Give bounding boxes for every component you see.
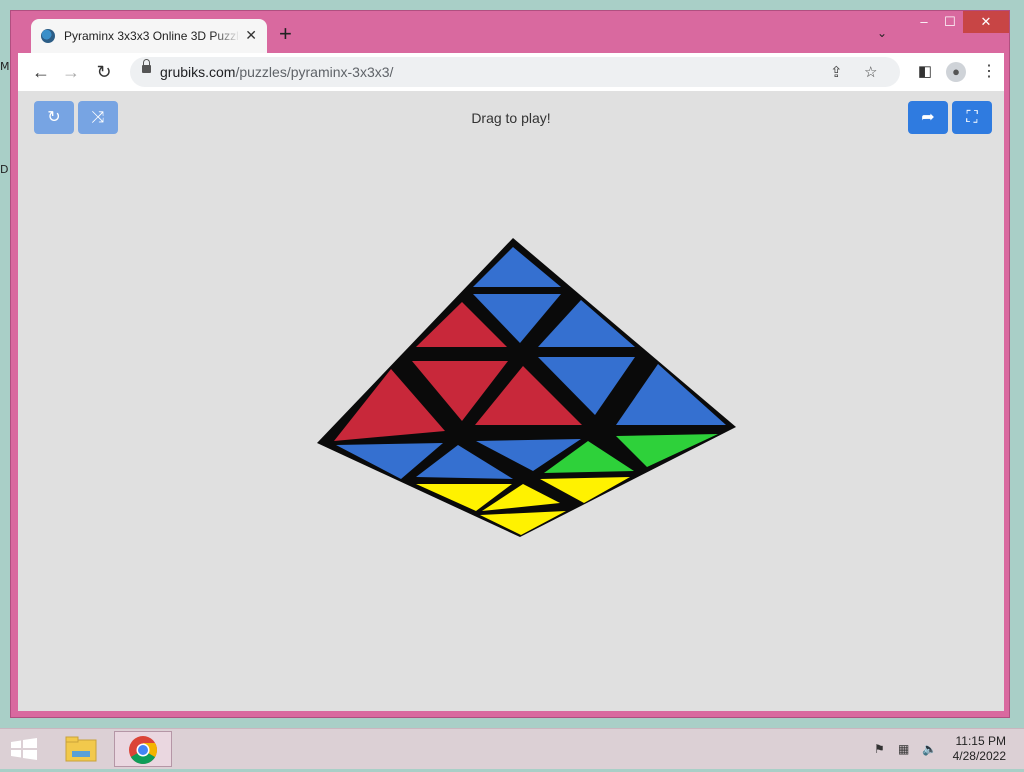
network-icon[interactable]: ▦ [898, 742, 909, 756]
close-window-button[interactable]: ✕ [963, 11, 1009, 33]
new-tab-button[interactable]: + [279, 23, 292, 45]
maximize-button[interactable]: ☐ [935, 11, 965, 33]
profile-avatar-icon[interactable]: ● [946, 62, 966, 82]
folder-icon [65, 736, 97, 762]
url-path: /puzzles/pyraminx-3x3x3/ [235, 64, 394, 80]
forward-icon[interactable]: → [60, 61, 82, 83]
taskbar: ⚑ ▦ 🔈 11:15 PM 4/28/2022 [0, 728, 1024, 769]
action-center-icon[interactable]: ⚑ [874, 742, 885, 756]
title-bar: Pyraminx 3x3x3 Online 3D Puzzle Simulato… [11, 11, 1011, 53]
share-page-icon[interactable]: ⇪ [830, 63, 843, 81]
reload-icon[interactable]: ↻ [93, 61, 115, 83]
bookmark-star-icon[interactable]: ☆ [864, 63, 877, 81]
site-favicon-icon [41, 29, 55, 43]
tab-search-button[interactable]: ⌄ [877, 26, 887, 40]
chrome-icon [129, 736, 157, 764]
windows-logo-icon [11, 738, 37, 760]
page-content: ↻ ⤨ Drag to play! ➦ ⛶ [18, 91, 1004, 711]
side-panel-icon[interactable]: ◧ [914, 61, 936, 83]
lock-icon [142, 59, 151, 73]
browser-toolbar: ← → ↻ grubiks.com/puzzles/pyraminx-3x3x3… [18, 53, 1004, 91]
clock-date: 4/28/2022 [952, 749, 1006, 763]
desktop-edge-label: M [0, 60, 10, 73]
chrome-taskbar-button[interactable] [114, 731, 172, 767]
clock-time: 11:15 PM [955, 734, 1006, 748]
desktop-edge-label: D [0, 163, 9, 176]
url-host: grubiks.com [160, 64, 236, 80]
browser-window: Pyraminx 3x3x3 Online 3D Puzzle Simulato… [10, 10, 1010, 718]
back-icon[interactable]: ← [30, 61, 52, 83]
browser-tab[interactable]: Pyraminx 3x3x3 Online 3D Puzzle Simulato… [31, 19, 267, 53]
system-clock[interactable]: 11:15 PM 4/28/2022 [953, 734, 1006, 764]
pyraminx-puzzle-canvas[interactable] [18, 91, 1004, 711]
address-bar[interactable]: grubiks.com/puzzles/pyraminx-3x3x3/ ⇪ ☆ [130, 57, 900, 87]
menu-kebab-icon[interactable]: ⋮ [978, 61, 1000, 83]
tab-close-icon[interactable]: ✕ [245, 27, 257, 44]
tab-title: Pyraminx 3x3x3 Online 3D Puzzle Simulato… [64, 29, 240, 43]
volume-muted-icon[interactable]: 🔈 [922, 742, 937, 756]
start-button[interactable] [0, 731, 50, 767]
url-text[interactable]: grubiks.com/puzzles/pyraminx-3x3x3/ [160, 64, 393, 80]
file-explorer-button[interactable] [56, 731, 106, 767]
